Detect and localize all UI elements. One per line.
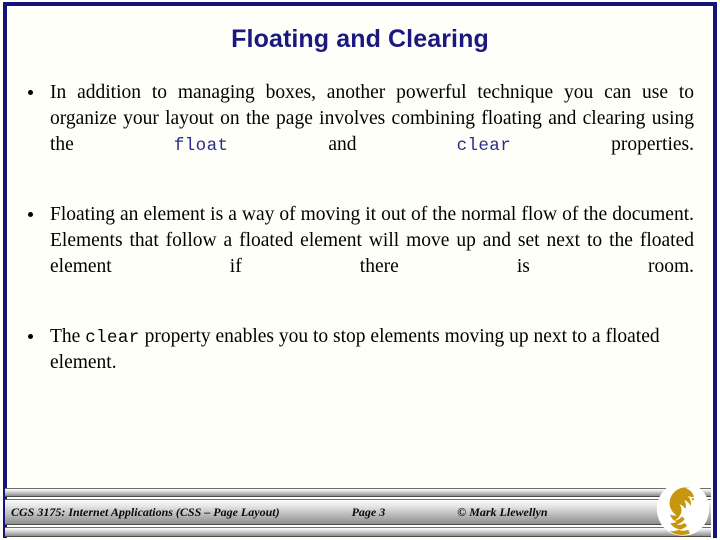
inline-text: Floating an element is a way of moving i… (50, 204, 694, 277)
bullet-item: The clear property enables you to stop e… (22, 324, 694, 376)
footer-copyright-label: © Mark Llewellyn (457, 504, 548, 519)
bullet-item: Floating an element is a way of moving i… (22, 202, 694, 306)
bullet-point-icon (28, 333, 33, 339)
bullet-text: The clear property enables you to stop e… (50, 324, 694, 376)
footer-bar-bottom (5, 527, 711, 537)
slide-border-left (3, 2, 7, 538)
footer-bar-top (5, 488, 711, 497)
footer-page-number: Page 3 (351, 504, 386, 519)
footer-course-label: CGS 3175: Internet Applications (CSS – P… (11, 504, 280, 519)
inline-code: clear (85, 327, 140, 348)
inline-text: The (50, 325, 86, 347)
slide-border-top (3, 2, 717, 6)
slide-border-right (713, 2, 717, 538)
bullet-text: Floating an element is a way of moving i… (50, 202, 694, 306)
slide-canvas: Floating and Clearing In addition to man… (0, 0, 720, 540)
bullet-point-icon (28, 212, 33, 218)
bullet-item: In addition to managing boxes, another p… (22, 80, 694, 184)
slide-footer: CGS 3175: Internet Applications (CSS – P… (0, 482, 720, 540)
inline-text: property enables you to stop elements mo… (50, 325, 660, 373)
inline-text: properties. (511, 133, 694, 155)
slide-body: In addition to managing boxes, another p… (22, 80, 694, 376)
bullet-point-icon (28, 90, 33, 96)
footer-text-row: CGS 3175: Internet Applications (CSS – P… (5, 499, 711, 525)
slide-title: Floating and Clearing (231, 25, 489, 53)
inline-code: clear (456, 135, 512, 156)
ucf-pegasus-logo-icon (654, 480, 712, 538)
inline-text: and (228, 133, 457, 155)
bullet-text: In addition to managing boxes, another p… (50, 80, 694, 184)
inline-code: float (173, 135, 229, 156)
